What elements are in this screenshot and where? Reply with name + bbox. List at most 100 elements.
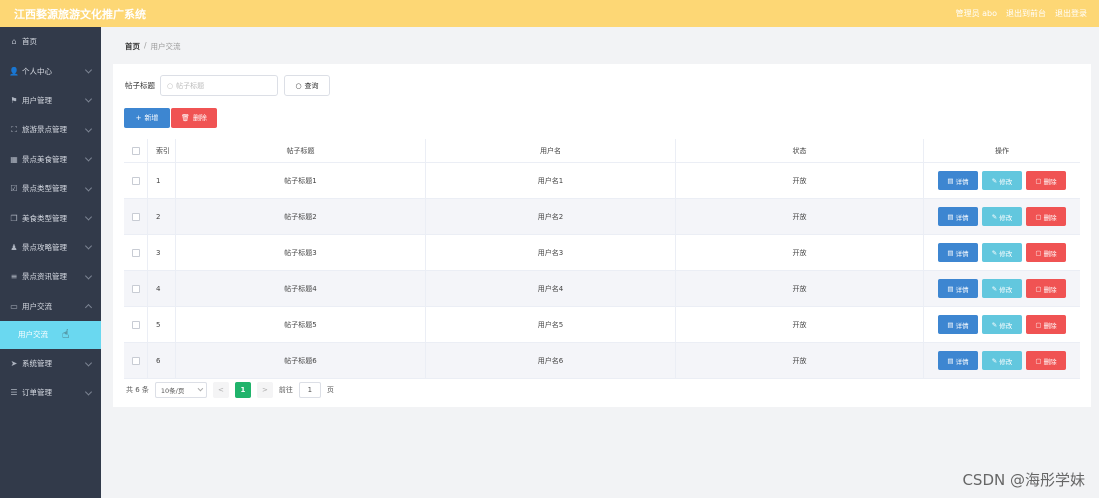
sidebar-item-label: 用户交流	[22, 301, 52, 311]
edit-button[interactable]: ✎ 修改	[982, 207, 1022, 226]
cell-user: 用户名5	[426, 307, 676, 342]
table-row: 3 帖子标题3 用户名3 开放 ▤ 详情 ✎ 修改 ▢ 删除	[124, 235, 1080, 271]
row-checkbox[interactable]	[131, 212, 140, 221]
search-button-label: 查询	[304, 81, 319, 90]
detail-button-label: 详情	[955, 249, 969, 258]
row-checkbox-cell	[124, 235, 148, 270]
cell-ops: ▤ 详情 ✎ 修改 ▢ 删除	[924, 163, 1080, 198]
sidebar-item[interactable]: ❐ 美食类型管理	[0, 203, 101, 232]
sidebar-item[interactable]: ♟ 景点攻略管理	[0, 233, 101, 262]
next-page-button[interactable]: >	[256, 382, 273, 398]
cell-index: 3	[148, 235, 176, 270]
trash-icon: ▢	[1035, 248, 1042, 257]
detail-button[interactable]: ▤ 详情	[938, 315, 978, 334]
row-checkbox[interactable]	[131, 320, 140, 329]
table-row: 1 帖子标题1 用户名1 开放 ▤ 详情 ✎ 修改 ▢ 删除	[124, 163, 1080, 199]
document-icon: ▤	[947, 176, 954, 185]
chevron-down-icon	[84, 95, 93, 104]
table-header: 索引 帖子标题 用户名 状态 操作	[124, 139, 1080, 163]
batch-delete-button[interactable]: 🗑 删除	[171, 108, 217, 128]
edit-button[interactable]: ✎ 修改	[982, 315, 1022, 334]
app-title: 江西婺源旅游文化推广系统	[14, 7, 146, 21]
column-header-index: 索引	[148, 139, 176, 162]
column-header-user: 用户名	[426, 139, 676, 162]
page-size-select[interactable]: 10条/页	[154, 382, 207, 398]
detail-button[interactable]: ▤ 详情	[938, 351, 978, 370]
delete-button[interactable]: ▢ 删除	[1026, 207, 1066, 226]
add-button[interactable]: + 新增	[124, 108, 170, 128]
goto-page-input[interactable]: 1	[298, 382, 321, 398]
edit-button[interactable]: ✎ 修改	[982, 279, 1022, 298]
breadcrumb-separator: /	[144, 41, 147, 50]
sidebar-item[interactable]: 👤 个人中心	[0, 56, 101, 85]
sidebar: ⌂ 首页 👤 个人中心 ⚑ 用户管理 ⛶ 旅游景点管理 ▦ 景点美食管理 ☑ 景点类型管理 ❐ 美食类型管…	[0, 27, 101, 498]
grid-icon: ▦	[10, 154, 18, 164]
cell-ops: ▤ 详情 ✎ 修改 ▢ 删除	[924, 235, 1080, 270]
sidebar-item[interactable]: ⛶ 旅游景点管理	[0, 115, 101, 144]
goto-label: 前往	[278, 386, 293, 394]
row-checkbox[interactable]	[131, 176, 140, 185]
edit-button[interactable]: ✎ 修改	[982, 171, 1022, 190]
search-button[interactable]: ○ 查询	[284, 75, 330, 96]
sidebar-item[interactable]: ☰ 订单管理	[0, 378, 101, 407]
select-all-checkbox[interactable]	[131, 146, 140, 155]
chat-icon: ▭	[10, 301, 18, 311]
sidebar-item[interactable]: ▭ 用户交流	[0, 292, 101, 321]
sidebar-item[interactable]: ⚑ 用户管理	[0, 86, 101, 115]
home-icon: ⌂	[11, 37, 17, 47]
sidebar-item[interactable]: ≡ 景点资讯管理	[0, 262, 101, 291]
detail-button[interactable]: ▤ 详情	[938, 243, 978, 262]
delete-button[interactable]: ▢ 删除	[1026, 315, 1066, 334]
flag-icon: ⚑	[10, 95, 18, 105]
detail-button[interactable]: ▤ 详情	[938, 207, 978, 226]
breadcrumb-home[interactable]: 首页	[125, 41, 140, 52]
delete-button-label: 删除	[1043, 213, 1057, 222]
chevron-down-icon	[84, 272, 93, 280]
edit-button[interactable]: ✎ 修改	[982, 243, 1022, 262]
row-checkbox[interactable]	[131, 356, 140, 365]
edit-button-label: 修改	[999, 177, 1013, 186]
cell-title: 帖子标题3	[176, 235, 426, 270]
cell-index: 1	[148, 163, 176, 198]
search-placeholder: 帖子标题	[176, 81, 205, 90]
trash-icon: ▢	[1035, 212, 1042, 221]
delete-button[interactable]: ▢ 删除	[1026, 243, 1066, 262]
sidebar-item[interactable]: ⌂ 首页	[0, 27, 101, 56]
sidebar-item[interactable]: ➤ 系统管理	[0, 349, 101, 378]
table-row: 2 帖子标题2 用户名2 开放 ▤ 详情 ✎ 修改 ▢ 删除	[124, 199, 1080, 235]
watermark: CSDN @海彤学妹	[962, 471, 1085, 489]
cell-ops: ▤ 详情 ✎ 修改 ▢ 删除	[924, 343, 1080, 378]
sidebar-item-label: 景点资讯管理	[22, 272, 67, 282]
sidebar-item-label: 景点攻略管理	[22, 242, 67, 252]
delete-button[interactable]: ▢ 删除	[1026, 171, 1066, 190]
header-checkbox-cell	[124, 139, 148, 162]
document-icon: ▤	[947, 284, 954, 293]
cell-title: 帖子标题2	[176, 199, 426, 234]
sidebar-item-label: 首页	[22, 37, 37, 47]
column-header-status: 状态	[676, 139, 924, 162]
data-table: 索引 帖子标题 用户名 状态 操作 1 帖子标题1 用户名1 开放 ▤ 详情 ✎ 修改 ▢ 删除 2…	[124, 139, 1080, 379]
sidebar-item-label: 景点类型管理	[22, 184, 67, 194]
sidebar-subitem-active[interactable]: 用户交流 ☝	[0, 320, 101, 349]
logout-link[interactable]: 退出登录	[1055, 8, 1087, 19]
cell-index: 6	[148, 343, 176, 378]
row-checkbox[interactable]	[131, 284, 140, 293]
delete-button-label: 删除	[1043, 357, 1057, 366]
cell-ops: ▤ 详情 ✎ 修改 ▢ 删除	[924, 271, 1080, 306]
sidebar-item[interactable]: ▦ 景点美食管理	[0, 145, 101, 174]
trash-icon: ▢	[1035, 356, 1042, 365]
check-square-icon: ☑	[10, 184, 18, 194]
prev-page-button[interactable]: <	[212, 382, 229, 398]
row-checkbox[interactable]	[131, 248, 140, 257]
plus-icon: +	[135, 114, 142, 122]
back-to-front-link[interactable]: 退出到前台	[1006, 8, 1046, 19]
row-checkbox-cell	[124, 163, 148, 198]
detail-button[interactable]: ▤ 详情	[938, 171, 978, 190]
edit-button[interactable]: ✎ 修改	[982, 351, 1022, 370]
sidebar-item[interactable]: ☑ 景点类型管理	[0, 174, 101, 203]
detail-button[interactable]: ▤ 详情	[938, 279, 978, 298]
delete-button[interactable]: ▢ 删除	[1026, 279, 1066, 298]
page-number-current[interactable]: 1	[234, 382, 251, 398]
delete-button[interactable]: ▢ 删除	[1026, 351, 1066, 370]
search-input[interactable]: ○ 帖子标题	[160, 75, 278, 96]
